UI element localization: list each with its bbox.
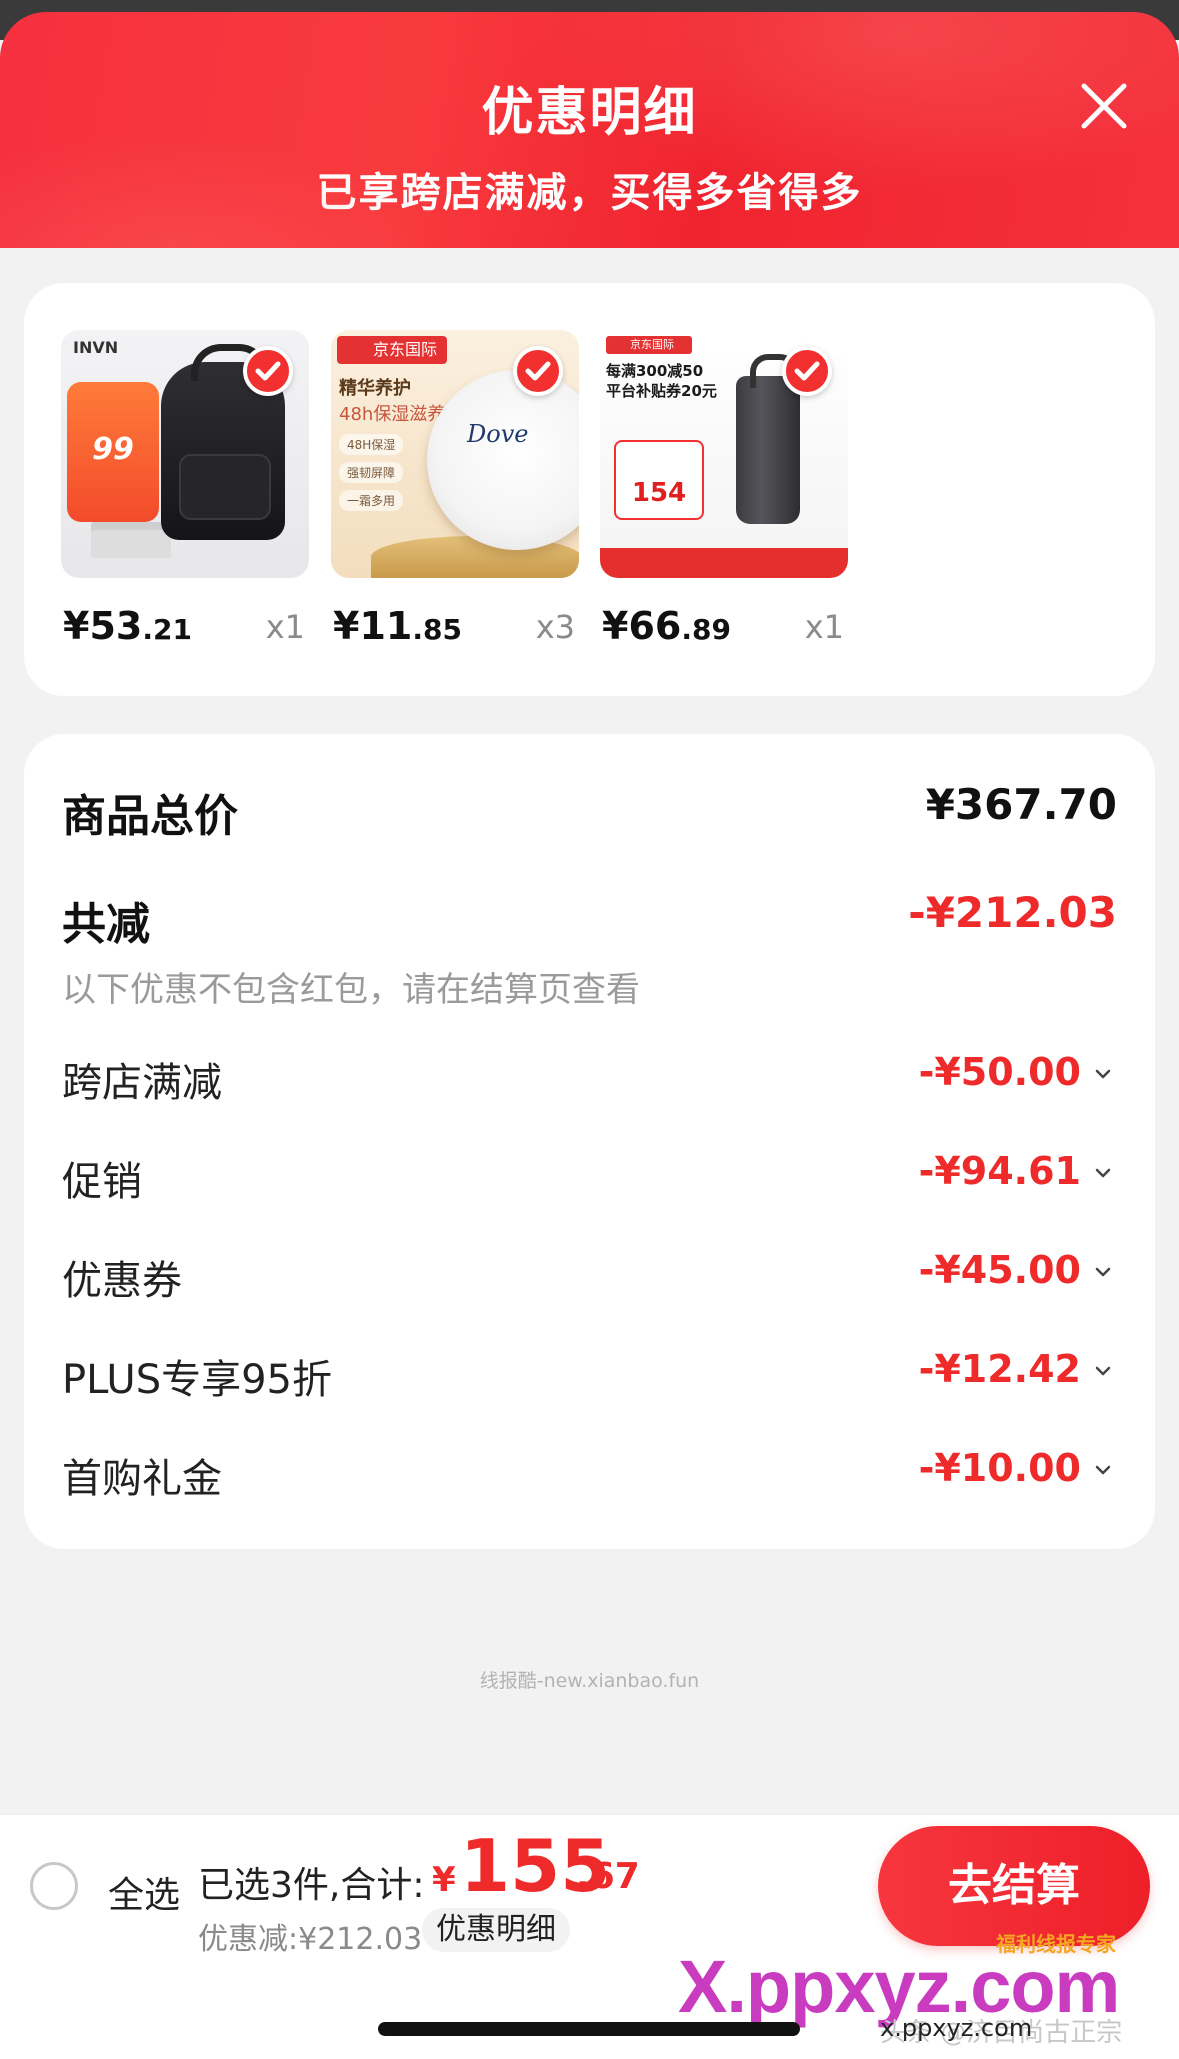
chevron-down-icon[interactable] xyxy=(1091,1062,1115,1086)
price-callout: 154 xyxy=(614,440,704,520)
selected-products-card: INVN 99 ¥53.21 x1 京东国际 精华养护 48h保湿滋养 48H保… xyxy=(24,283,1155,696)
feature-pill: 48H保湿 xyxy=(339,434,404,455)
discount-row-plus[interactable]: PLUS专享95折 -¥12.42 xyxy=(62,1347,1117,1403)
product-price: ¥53.21 xyxy=(63,604,192,648)
discount-detail-link[interactable]: 优惠明细 xyxy=(422,1908,570,1952)
checkmark-icon[interactable] xyxy=(782,346,832,396)
chevron-down-icon[interactable] xyxy=(1091,1458,1115,1482)
discount-value: -¥45.00 xyxy=(918,1248,1081,1292)
select-all-radio[interactable] xyxy=(30,1862,78,1910)
home-indicator xyxy=(378,2022,800,2036)
discount-label: 促销 xyxy=(62,1159,142,1205)
product-item[interactable]: 京东国际 每满300减50 平台补贴券20元 154 ¥66.89 x1 xyxy=(600,330,848,664)
product-image-headline: 精华养护 xyxy=(339,378,411,399)
cream-jar-graphic: Dove xyxy=(427,370,579,550)
product-image-backpack[interactable]: INVN 99 xyxy=(61,330,309,578)
product-price: ¥66.89 xyxy=(602,604,731,648)
total-reduction-value: -¥212.03 xyxy=(908,888,1117,937)
product-image-subline: 平台补贴券20元 xyxy=(606,382,717,400)
total-price-value: ¥367.70 xyxy=(925,780,1117,829)
discount-label: PLUS专享95折 xyxy=(62,1357,332,1403)
product-item[interactable]: 京东国际 精华养护 48h保湿滋养 48H保湿 强韧屏障 一霜多用 Dove ¥… xyxy=(331,330,579,664)
product-image-dove-cream[interactable]: 京东国际 精华养护 48h保湿滋养 48H保湿 强韧屏障 一霜多用 Dove xyxy=(331,330,579,578)
chevron-down-icon[interactable] xyxy=(1091,1359,1115,1383)
close-icon[interactable] xyxy=(1076,78,1132,134)
total-reduction-row: 共减 -¥212.03 xyxy=(62,888,1117,950)
total-reduction-label: 共减 xyxy=(62,899,150,950)
jd-international-badge: 京东国际 xyxy=(606,336,692,354)
discount-row-promotion[interactable]: 促销 -¥94.61 xyxy=(62,1149,1117,1205)
feature-pill: 强韧屏障 xyxy=(339,462,404,483)
product-quantity: x1 xyxy=(804,608,844,646)
watermark-text: 线报酷-new.xianbao.fun xyxy=(479,1670,700,1692)
price-callout-value: 154 xyxy=(631,478,687,508)
product-image-thermos[interactable]: 京东国际 每满300减50 平台补贴券20元 154 xyxy=(600,330,848,578)
discount-row-cross-store[interactable]: 跨店满减 -¥50.00 xyxy=(62,1050,1117,1106)
discount-row-first-purchase[interactable]: 首购礼金 -¥10.00 xyxy=(62,1446,1117,1502)
select-all-label[interactable]: 全选 xyxy=(108,1866,180,1918)
checkmark-icon[interactable] xyxy=(513,346,563,396)
product-image-headline: 每满300减50 xyxy=(606,362,704,380)
sheet-header: 优惠明细 已享跨店满减，买得多省得多 xyxy=(0,12,1179,248)
total-price-row: 商品总价 ¥367.70 xyxy=(62,780,1117,842)
product-item[interactable]: INVN 99 ¥53.21 x1 xyxy=(61,330,309,664)
total-price-label: 商品总价 xyxy=(62,791,238,842)
checkmark-icon[interactable] xyxy=(243,346,293,396)
total-currency: ¥ xyxy=(432,1860,456,1900)
product-image-subline: 48h保湿滋养 xyxy=(339,404,446,425)
product-image-brand: INVN xyxy=(73,338,119,357)
product-price: ¥11.85 xyxy=(333,604,462,648)
discount-label: 优惠券 xyxy=(62,1258,182,1304)
product-price-row: ¥53.21 x1 xyxy=(61,604,309,664)
discount-value: -¥12.42 xyxy=(918,1347,1081,1391)
selected-count-text: 已选3件,合计: xyxy=(198,1865,425,1906)
discount-total-text: 优惠减:¥212.03 xyxy=(198,1922,423,1957)
product-quantity: x3 xyxy=(535,608,575,646)
chevron-down-icon[interactable] xyxy=(1091,1260,1115,1284)
discount-value: -¥10.00 xyxy=(918,1446,1081,1490)
promo-tag-price: 99 xyxy=(92,432,134,467)
books-graphic xyxy=(91,530,171,558)
site-logo-caption: x.ppxyz.com xyxy=(880,2014,1033,2042)
discount-value: -¥94.61 xyxy=(918,1149,1081,1193)
product-price-row: ¥11.85 x3 xyxy=(331,604,579,664)
thermos-graphic xyxy=(736,354,800,524)
jd-international-badge: 京东国际 xyxy=(337,336,447,364)
product-price-row: ¥66.89 x1 xyxy=(600,604,848,664)
feature-pill: 一霜多用 xyxy=(339,490,404,511)
product-quantity: x1 xyxy=(265,608,305,646)
sheet-subtitle: 已享跨店满减，买得多省得多 xyxy=(316,170,863,216)
discount-label: 首购礼金 xyxy=(62,1456,222,1502)
red-packet-note: 以下优惠不包含红包，请在结算页查看 xyxy=(62,970,640,1010)
discount-value: -¥50.00 xyxy=(918,1050,1081,1094)
image-footer-band xyxy=(600,548,848,578)
discount-row-coupon[interactable]: 优惠券 -¥45.00 xyxy=(62,1248,1117,1304)
discount-label: 跨店满减 xyxy=(62,1060,222,1106)
discount-summary-card: 商品总价 ¥367.70 共减 -¥212.03 以下优惠不包含红包，请在结算页… xyxy=(24,734,1155,1549)
chevron-down-icon[interactable] xyxy=(1091,1161,1115,1185)
sheet-title: 优惠明细 xyxy=(481,83,698,143)
total-amount-decimal: .67 xyxy=(576,1856,640,1897)
dove-logo: Dove xyxy=(467,420,529,448)
promo-tag: 99 xyxy=(67,382,159,522)
